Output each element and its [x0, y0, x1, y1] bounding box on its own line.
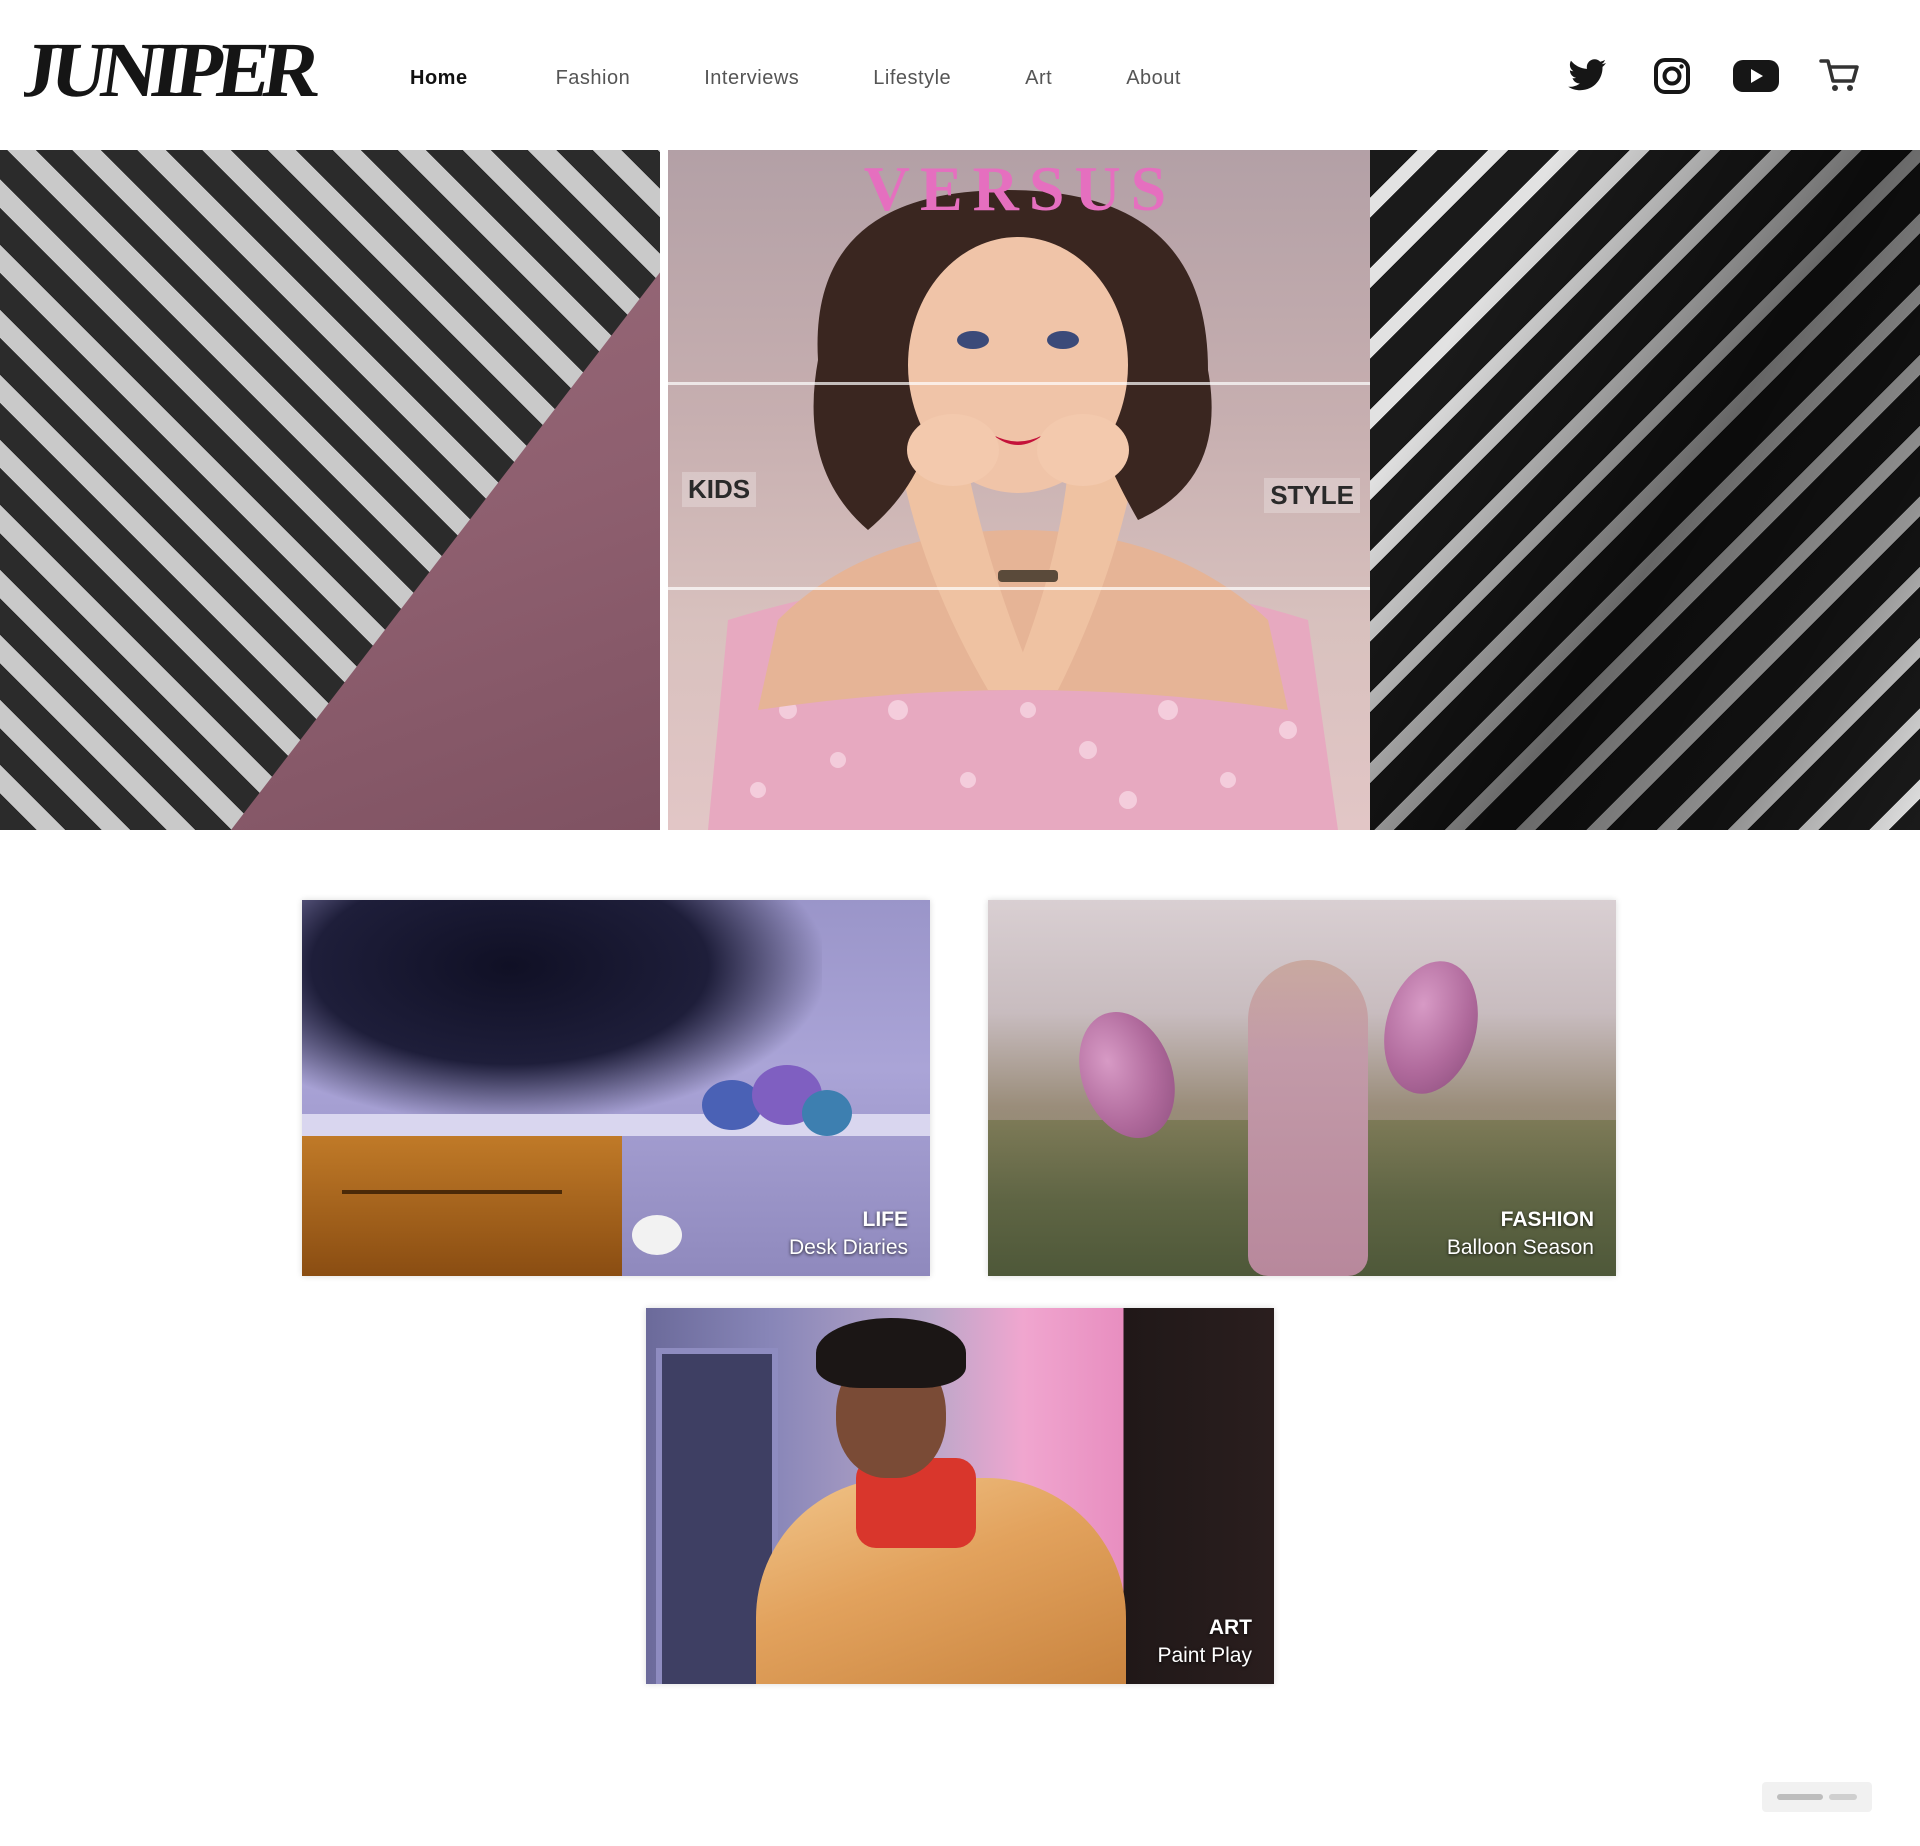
instagram-link[interactable] [1648, 52, 1696, 100]
nav-fashion[interactable]: Fashion [556, 67, 631, 90]
article-card-balloons[interactable]: FASHION Balloon Season [988, 900, 1616, 1276]
cover-tag-left: KIDS [682, 472, 757, 507]
social-links [1564, 52, 1864, 100]
cart-link[interactable] [1816, 52, 1864, 100]
site-logo[interactable]: JUNIPER [24, 30, 324, 110]
card-title: Desk Diaries [788, 1236, 908, 1259]
card-title: Paint Play [1157, 1644, 1252, 1667]
nav-interviews[interactable]: Interviews [704, 67, 799, 90]
card-caption: ART Paint Play [1157, 1614, 1252, 1670]
youtube-icon [1733, 60, 1779, 92]
logo-wordmark-icon: JUNIPER [24, 30, 324, 110]
article-card-desk[interactable]: LIFE Desk Diaries [302, 900, 930, 1276]
card-caption: FASHION Balloon Season [1447, 1206, 1594, 1262]
nav-about[interactable]: About [1126, 67, 1181, 90]
svg-text:JUNIPER: JUNIPER [24, 30, 324, 110]
hero-banner[interactable]: VERSUS KIDS STYLE [0, 150, 1920, 830]
twitter-icon [1568, 59, 1606, 91]
badge-mark-icon [1777, 1794, 1857, 1800]
twitter-link[interactable] [1564, 52, 1612, 100]
main-nav: Home Fashion Interviews Lifestyle Art Ab… [410, 58, 1181, 98]
cart-icon [1819, 59, 1859, 91]
card-kicker: FASHION [1500, 1208, 1594, 1231]
hero-stripes-right-image [1370, 150, 1920, 830]
card-caption: LIFE Desk Diaries [789, 1206, 908, 1262]
nav-lifestyle[interactable]: Lifestyle [873, 67, 951, 90]
card-kicker: ART [1208, 1616, 1252, 1639]
card-kicker: LIFE [862, 1208, 909, 1231]
instagram-icon [1654, 58, 1690, 94]
card-title: Balloon Season [1446, 1236, 1594, 1259]
footer-badge[interactable] [1762, 1782, 1872, 1812]
magazine-title: VERSUS [863, 153, 1177, 224]
site-header: JUNIPER Home Fashion Interviews Lifestyl… [0, 0, 1920, 150]
cover-tag-right: STYLE [1264, 478, 1360, 513]
nav-home[interactable]: Home [410, 67, 468, 90]
youtube-link[interactable] [1732, 52, 1780, 100]
nav-art[interactable]: Art [1025, 67, 1052, 90]
article-card-paint[interactable]: ART Paint Play [646, 1308, 1274, 1684]
hero-stripes-left-image [0, 150, 660, 830]
hero-magazine-cover-image: VERSUS KIDS STYLE [668, 150, 1372, 830]
